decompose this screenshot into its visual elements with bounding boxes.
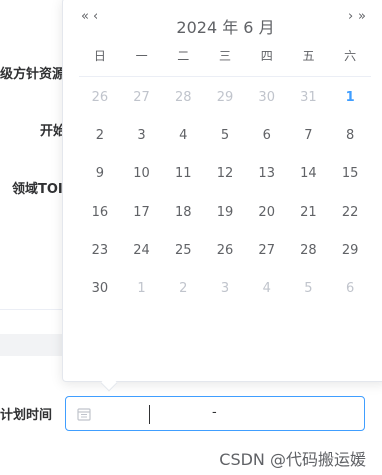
calendar-icon (77, 408, 91, 421)
day-cell[interactable]: 29 (329, 232, 371, 270)
day-cell[interactable]: 11 (162, 155, 204, 193)
day-cell[interactable]: 16 (79, 194, 121, 232)
day-cell[interactable]: 17 (121, 194, 163, 232)
weekday-label: 一 (135, 49, 148, 63)
day-cell[interactable]: 12 (204, 155, 246, 193)
form-label-domain: 领域TOI (12, 182, 63, 197)
weekday-label: 日 (93, 49, 106, 63)
weekday-label: 六 (344, 49, 357, 63)
day-cell[interactable]: 3 (204, 270, 246, 308)
day-cell[interactable]: 1 (121, 270, 163, 308)
day-cell[interactable]: 19 (204, 194, 246, 232)
form-label-plan-time: 计划时间 (0, 408, 53, 423)
range-separator: - (212, 405, 217, 420)
day-cell[interactable]: 27 (246, 232, 288, 270)
weekday-header: 日 一 二 三 四 五 六 (79, 47, 371, 77)
day-cell[interactable]: 25 (162, 232, 204, 270)
day-cell[interactable]: 20 (246, 194, 288, 232)
day-cell[interactable]: 28 (288, 232, 330, 270)
text-cursor (149, 405, 150, 424)
day-cell[interactable]: 26 (79, 79, 121, 117)
form-label-resource: 级方针资源 (0, 67, 66, 82)
day-cell[interactable]: 2 (162, 270, 204, 308)
weekday-label: 四 (260, 49, 273, 63)
weekday-label: 五 (302, 49, 315, 63)
day-cell[interactable]: 30 (246, 79, 288, 117)
date-picker-panel: « ‹ 2024 年 6 月 › » 日 一 二 三 四 五 六 26 27 28 2… (62, 0, 382, 382)
weekday-label: 二 (177, 49, 190, 63)
day-cell[interactable]: 4 (246, 270, 288, 308)
day-cell[interactable]: 23 (79, 232, 121, 270)
day-cell[interactable]: 14 (288, 155, 330, 193)
day-cell[interactable]: 3 (121, 117, 163, 155)
day-cell[interactable]: 30 (79, 270, 121, 308)
day-cell[interactable]: 13 (246, 155, 288, 193)
day-cell[interactable]: 26 (204, 232, 246, 270)
day-cell[interactable]: 27 (121, 79, 163, 117)
day-cell[interactable]: 15 (329, 155, 371, 193)
watermark-text: CSDN @代码搬运媛 (219, 450, 366, 469)
day-cell[interactable]: 5 (204, 117, 246, 155)
day-cell-today[interactable]: 1 (329, 79, 371, 117)
day-cell[interactable]: 24 (121, 232, 163, 270)
day-grid: 26 27 28 29 30 31 1 2 3 4 5 6 7 8 9 10 11 12 13 14 15 16 17 18 1… (79, 79, 371, 308)
next-year-icon[interactable]: » (358, 9, 366, 24)
day-cell[interactable]: 6 (329, 270, 371, 308)
day-cell[interactable]: 22 (329, 194, 371, 232)
day-cell[interactable]: 2 (79, 117, 121, 155)
day-cell[interactable]: 4 (162, 117, 204, 155)
day-cell[interactable]: 31 (288, 79, 330, 117)
day-cell[interactable]: 9 (79, 155, 121, 193)
day-cell[interactable]: 29 (204, 79, 246, 117)
weekday-label: 三 (219, 49, 232, 63)
day-cell[interactable]: 10 (121, 155, 163, 193)
next-month-icon[interactable]: › (348, 9, 353, 24)
day-cell[interactable]: 28 (162, 79, 204, 117)
day-cell[interactable]: 7 (288, 117, 330, 155)
day-cell[interactable]: 8 (329, 117, 371, 155)
date-range-input[interactable]: - (65, 396, 365, 431)
day-cell[interactable]: 5 (288, 270, 330, 308)
day-cell[interactable]: 6 (246, 117, 288, 155)
picker-title: 2024 年 6 月 (176, 18, 275, 37)
day-cell[interactable]: 18 (162, 194, 204, 232)
day-cell[interactable]: 21 (288, 194, 330, 232)
